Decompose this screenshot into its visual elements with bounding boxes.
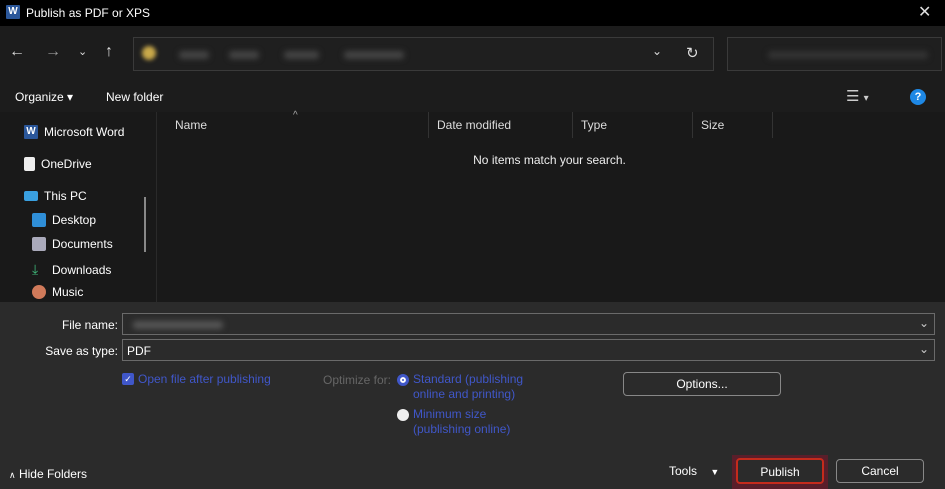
file-list: ^ Name Date modified Type Size No items … [156,110,945,302]
save-as-type-select[interactable]: PDF ⌄ [122,339,935,361]
documents-icon [32,237,46,251]
refresh-icon[interactable]: ↻ [686,44,699,62]
standard-radio[interactable] [397,374,409,386]
save-options-panel: File name: ⌄ Save as type: PDF ⌄ ✓ Open … [0,302,945,489]
forward-icon[interactable]: → [45,43,61,61]
help-icon[interactable]: ? [910,89,926,105]
document-icon [24,157,35,171]
open-after-checkbox[interactable]: ✓ [122,373,134,385]
standard-line2: online and printing) [413,387,516,401]
sidebar-item-desktop[interactable]: Desktop [32,213,96,227]
search-input[interactable] [727,37,942,71]
chevron-up-icon: ∧ [9,470,16,480]
sidebar-scrollbar[interactable] [144,197,146,252]
window-title: Publish as PDF or XPS [26,6,151,20]
optimize-for-label: Optimize for: [323,373,392,387]
organize-button[interactable]: Organize ▾ [15,90,73,104]
recent-locations-chevron-icon[interactable]: ⌄ [78,45,87,58]
sidebar-item-documents[interactable]: Documents [32,237,113,251]
options-button[interactable]: Options... [623,372,781,396]
tools-button[interactable]: Tools ▼ [669,464,719,478]
save-as-type-value: PDF [127,344,151,358]
empty-message: No items match your search. [473,153,626,167]
column-header-name[interactable]: Name [167,112,429,138]
dropdown-arrow-icon: ▼ [710,467,720,477]
hide-folders-label: Hide Folders [18,467,87,481]
sidebar-item-label: Desktop [52,213,97,227]
back-icon[interactable]: ← [9,43,25,61]
file-name-label: File name: [61,318,118,332]
download-icon: ⤓ [32,261,39,277]
title-bar: W Publish as PDF or XPS ✕ [0,0,945,26]
toolbar: Organize ▾ New folder ☰ ▾ ? [0,84,945,112]
save-as-type-label: Save as type: [45,344,118,358]
sidebar-item-this-pc[interactable]: This PC [24,189,87,203]
column-header-type[interactable]: Type [573,112,693,138]
organize-label: Organize [15,90,64,104]
file-name-input[interactable]: ⌄ [122,313,935,335]
sidebar-item-microsoft-word[interactable]: W Microsoft Word [24,125,124,139]
word-icon: W [24,125,38,139]
minimum-size-radio-label[interactable]: Minimum size (publishing online) [413,407,510,437]
column-header-size[interactable]: Size [693,112,773,138]
chevron-down-icon[interactable]: ⌄ [919,316,929,330]
sidebar-item-onedrive[interactable]: OneDrive [24,157,92,171]
folder-icon [142,46,156,60]
sidebar-item-downloads[interactable]: ⤓ Downloads [32,261,111,278]
minimum-size-radio[interactable] [397,409,409,421]
sidebar-item-label: Documents [52,237,113,251]
sidebar-item-label: Music [52,285,84,299]
address-dropdown-icon[interactable]: ⌄ [652,44,662,58]
chevron-down-icon[interactable]: ⌄ [919,342,929,356]
sidebar-item-label: Downloads [52,262,112,277]
hide-folders-button[interactable]: ∧ Hide Folders [9,467,87,481]
minimum-line1: Minimum size [413,407,487,421]
address-bar[interactable]: ⌄ ↻ [133,37,714,71]
word-app-icon: W [6,5,20,19]
close-icon[interactable]: ✕ [918,2,931,22]
open-after-label[interactable]: Open file after publishing [138,372,271,387]
up-icon[interactable]: ↑ [105,43,113,61]
sidebar-item-label: OneDrive [41,157,92,171]
standard-line1: Standard (publishing [413,372,524,386]
cancel-button[interactable]: Cancel [836,459,924,483]
sidebar-item-label: This PC [44,189,87,203]
view-menu-icon[interactable]: ☰ ▾ [846,87,869,105]
publish-button[interactable]: Publish [736,458,824,484]
navigation-pane: W Microsoft Word OneDrive This PC Desktop… [0,112,155,302]
sidebar-item-music[interactable]: Music [32,285,83,299]
desktop-icon [32,213,46,227]
sidebar-item-label: Microsoft Word [44,125,125,139]
minimum-line2: (publishing online) [413,422,511,436]
new-folder-button[interactable]: New folder [106,90,163,104]
music-icon [32,285,46,299]
computer-icon [24,191,38,201]
tools-label: Tools [669,464,698,478]
column-header-date-modified[interactable]: Date modified [429,112,573,138]
standard-radio-label[interactable]: Standard (publishing online and printing) [413,372,523,402]
